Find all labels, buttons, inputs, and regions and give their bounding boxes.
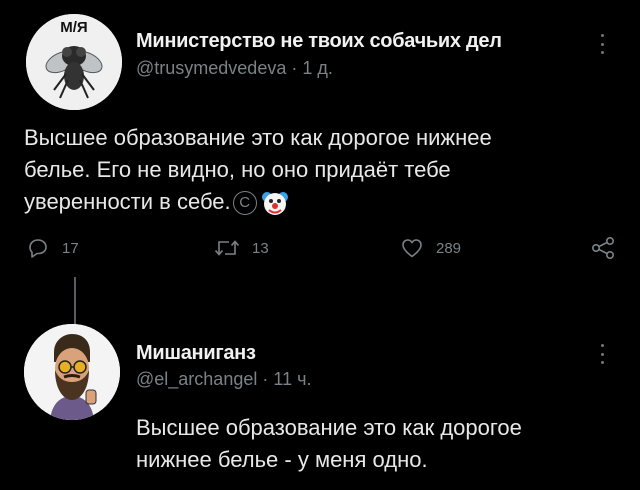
author-name[interactable]: Министерство не твоих собачьих дел [136, 30, 502, 53]
svg-text:М/Я: М/Я [60, 19, 87, 36]
reply-author-handle[interactable]: @el_archangel [136, 369, 257, 389]
fly-icon: М/Я [26, 14, 122, 110]
reply-avatar[interactable] [24, 324, 120, 420]
reply-time[interactable]: 11 ч. [273, 369, 311, 389]
clown-face-icon [261, 192, 288, 216]
like-action[interactable]: 289 [400, 236, 461, 260]
share-icon [591, 236, 614, 260]
avatar[interactable]: М/Я [26, 14, 122, 110]
author-handle[interactable]: @trusymedvedeva [136, 58, 286, 78]
reply-count: 17 [62, 239, 79, 257]
like-count: 289 [436, 239, 462, 257]
retweet-icon [214, 240, 240, 256]
heart-icon [402, 239, 422, 258]
reply-text: Высшее образование это как дорогое нижне… [136, 412, 626, 476]
reply-icon [29, 239, 47, 258]
reply-meta: @el_archangel · 11 ч. [136, 369, 311, 390]
tweet-text: Высшее образование это как дорогое нижне… [24, 122, 624, 218]
reply-action[interactable]: 17 [26, 236, 79, 260]
bearded-man-icon [24, 324, 120, 420]
tweet-time[interactable]: 1 д. [302, 58, 333, 78]
reply-text-line: Высшее образование это как дорогое [136, 415, 522, 440]
retweet-action[interactable]: 13 [214, 236, 269, 260]
thread-connector [74, 277, 76, 325]
reply-author-name[interactable]: Мишаниганз [136, 342, 256, 365]
reply-more-options-button[interactable] [599, 344, 605, 364]
more-options-button[interactable] [599, 34, 605, 54]
retweet-count: 13 [252, 239, 269, 257]
share-action[interactable] [590, 236, 616, 260]
reply-text-line: нижнее белье - у меня одно. [136, 447, 428, 472]
meta-separator: · [262, 369, 269, 389]
tweet-text-line: уверенности в себе. C [24, 186, 624, 218]
copyright-icon: C [232, 191, 257, 216]
tweet-meta: @trusymedvedeva · 1 д. [136, 58, 333, 79]
tweet-text-line: белье. Его не видно, но оно придаёт тебе [24, 157, 451, 182]
tweet-text-line: Высшее образование это как дорогое нижне… [24, 125, 492, 150]
meta-separator: · [291, 58, 298, 78]
